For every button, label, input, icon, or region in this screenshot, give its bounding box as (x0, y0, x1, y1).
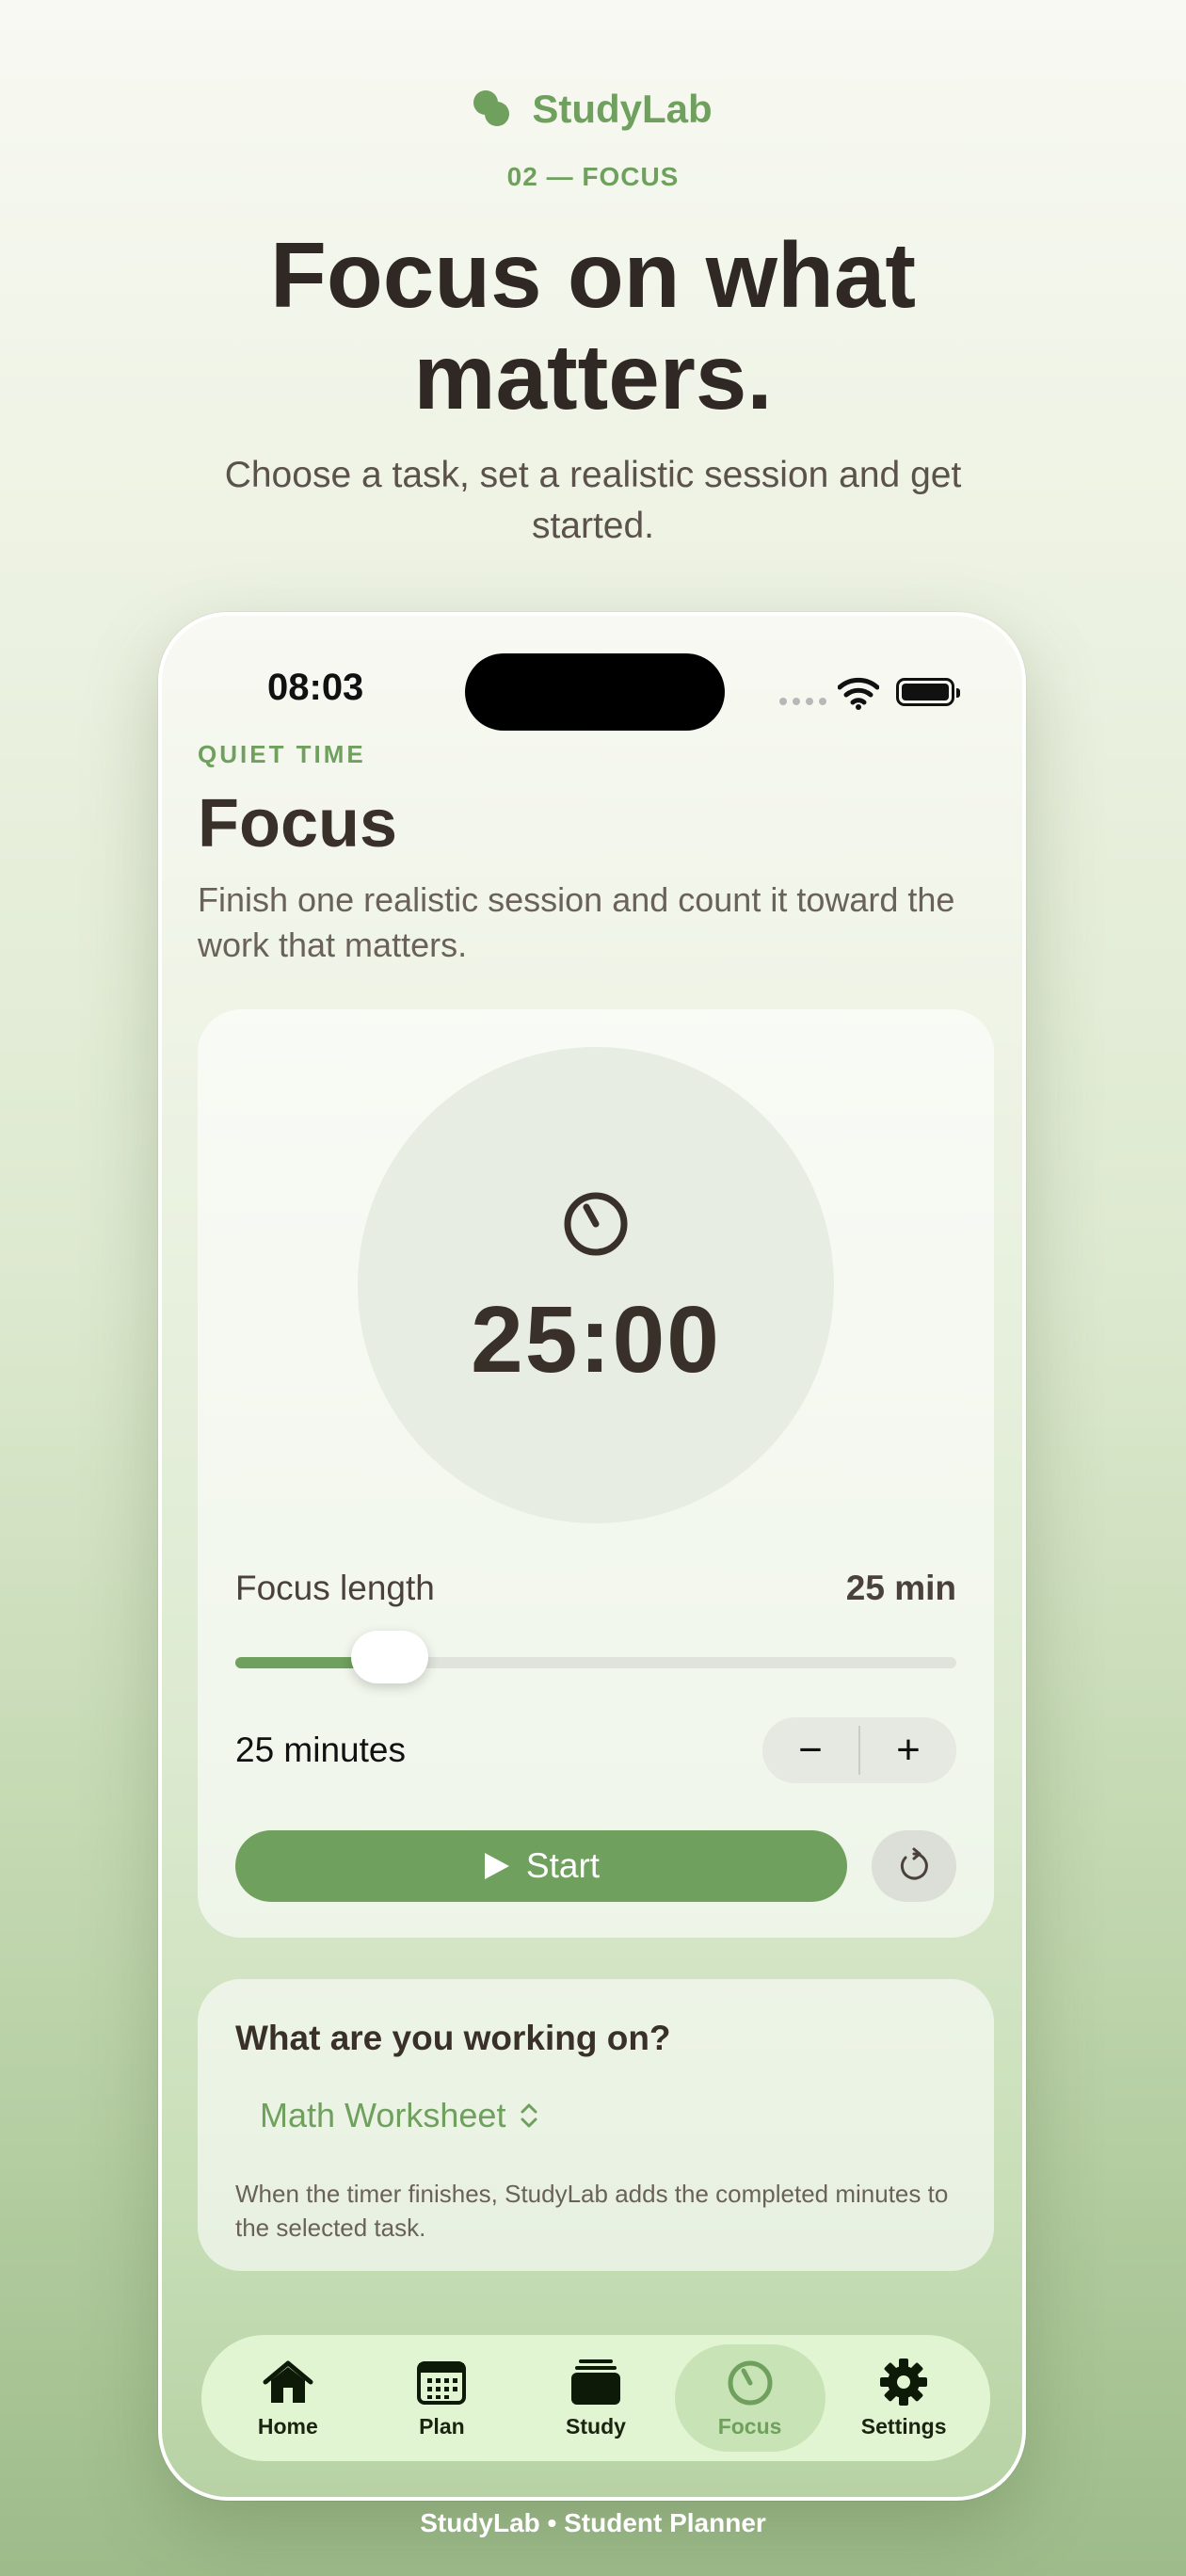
dynamic-island (465, 653, 725, 731)
tab-label: Settings (860, 2413, 947, 2439)
tab-bar: Home Plan Study Focus Settings (201, 2335, 990, 2461)
reset-button[interactable] (872, 1830, 956, 1902)
footer: StudyLab • Student Planner (420, 2508, 766, 2537)
cellular-signal-icon (779, 698, 826, 705)
reset-icon (900, 1847, 928, 1880)
screen-kicker: QUIET TIME (198, 740, 366, 768)
gear-icon (880, 2358, 928, 2406)
start-button[interactable]: Start (235, 1830, 847, 1902)
tab-label: Focus (717, 2413, 782, 2439)
brand-name: StudyLab (532, 87, 713, 131)
play-icon (484, 1853, 509, 1879)
focus-length-slider[interactable] (235, 1631, 956, 1683)
timer-display: 25:00 (471, 1287, 721, 1393)
tab-focus[interactable]: Focus (674, 2344, 825, 2452)
task-note: When the timer finishes, StudyLab adds t… (235, 2180, 949, 2242)
brand: StudyLab (0, 87, 1186, 132)
timer-dial: 25:00 (358, 1047, 834, 1523)
timer-card: 25:00 Focus length 25 min 25 minutes − +… (198, 1009, 994, 1938)
battery-icon (896, 678, 960, 706)
minutes-stepper: − + (762, 1717, 956, 1783)
slider-thumb[interactable] (351, 1631, 429, 1683)
task-picker[interactable]: Math Worksheet (260, 2096, 539, 2135)
task-card: What are you working on? Math Worksheet … (198, 1979, 994, 2271)
tab-plan[interactable]: Plan (366, 2344, 517, 2452)
page-headline: Focus on what matters. (270, 223, 916, 428)
screen-title: Focus (198, 786, 398, 861)
calendar-icon (417, 2360, 467, 2405)
tab-label: Plan (419, 2413, 465, 2439)
decrement-button[interactable]: − (762, 1717, 858, 1783)
minutes-label: 25 minutes (235, 1731, 406, 1769)
timer-icon (564, 1192, 628, 1256)
tab-label: Home (257, 2413, 318, 2439)
page-subhead: Choose a task, set a realistic session a… (224, 455, 962, 546)
tab-home[interactable]: Home (213, 2344, 363, 2452)
chevron-updown-icon (521, 2103, 537, 2128)
tab-study[interactable]: Study (521, 2344, 671, 2452)
tab-settings[interactable]: Settings (828, 2344, 979, 2452)
tab-label: Study (566, 2413, 626, 2439)
focus-length-value: 25 min (845, 1569, 956, 1607)
timer-icon (728, 2360, 773, 2405)
stack-icon (570, 2359, 620, 2405)
phone-frame: 08:03 QUIET TIME Focus Finish one realis… (158, 612, 1026, 2501)
status-time: 08:03 (267, 667, 364, 708)
focus-length-label: Focus length (235, 1569, 435, 1607)
wifi-icon (838, 677, 879, 710)
increment-button[interactable]: + (860, 1717, 956, 1783)
section-eyebrow: 02 — FOCUS (506, 162, 680, 191)
studylab-logo-icon (473, 90, 511, 128)
task-selected: Math Worksheet (260, 2096, 506, 2134)
task-question: What are you working on? (235, 2019, 671, 2057)
home-icon (263, 2360, 313, 2403)
start-label: Start (525, 1846, 601, 1885)
screen-description: Finish one realistic session and count i… (198, 880, 955, 964)
